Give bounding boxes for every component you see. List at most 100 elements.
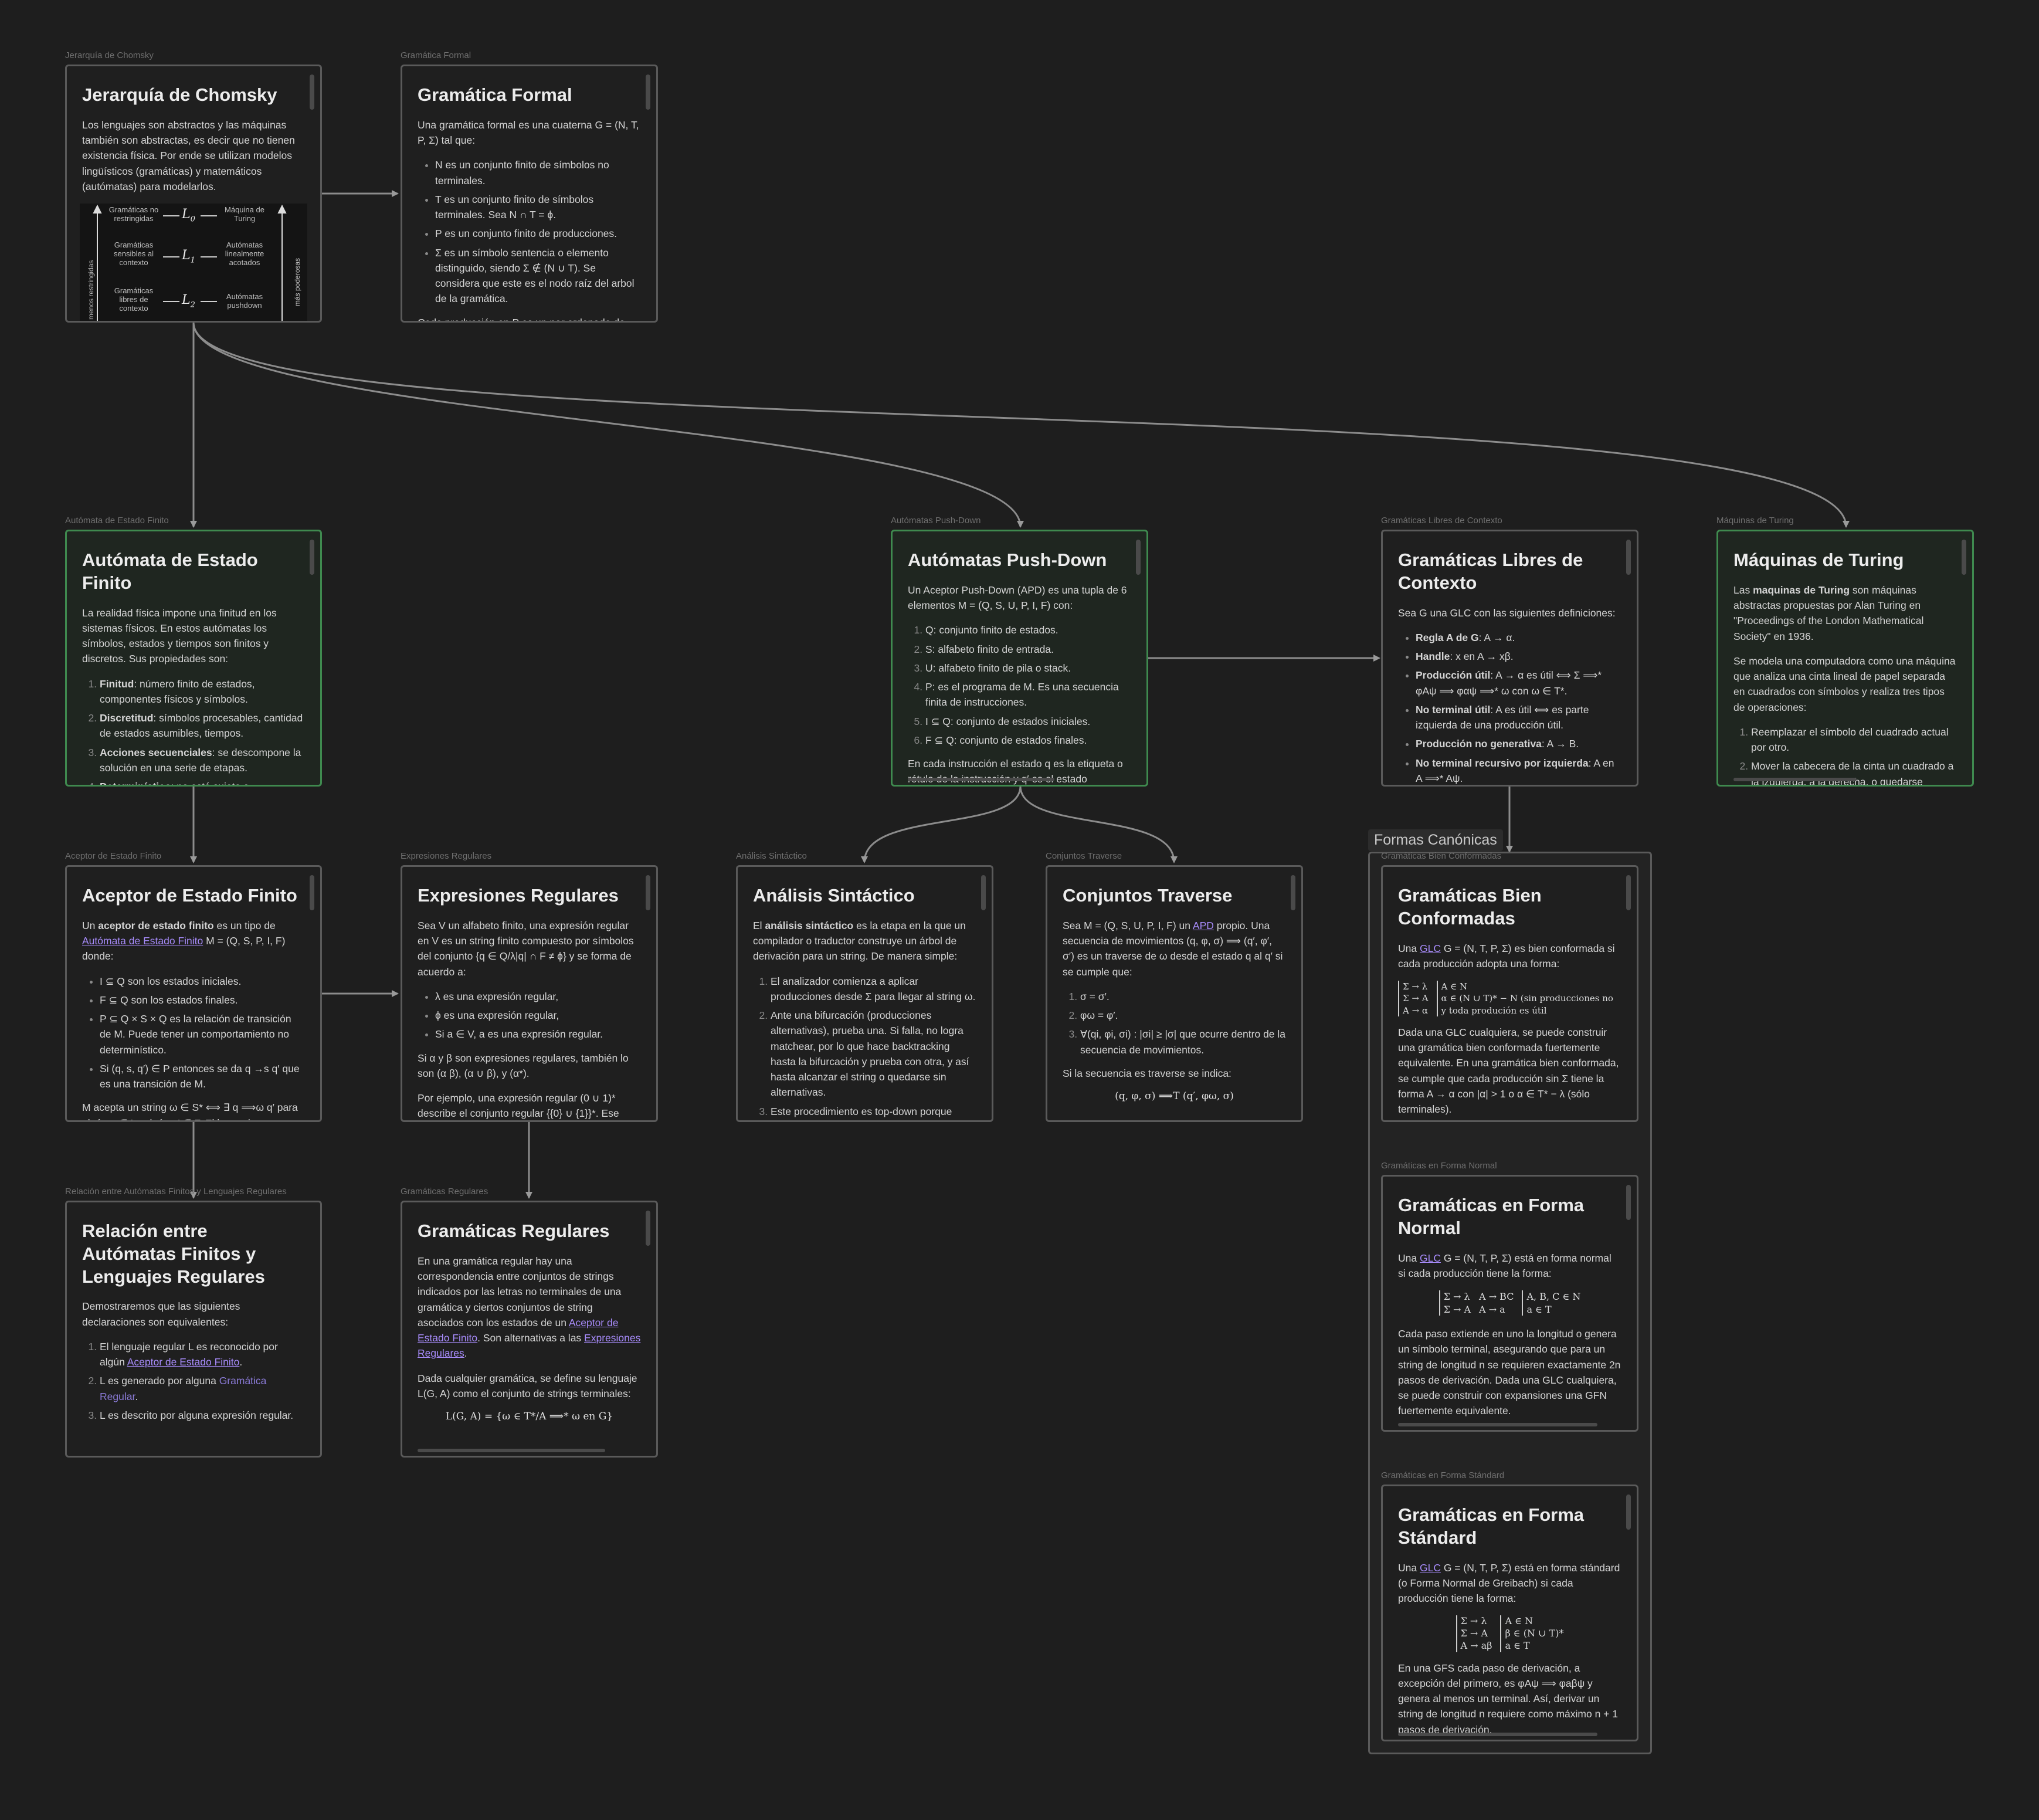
scrollbar-h[interactable] bbox=[1398, 1733, 1597, 1736]
card-apd[interactable]: Autómatas Push-Down Un Aceptor Push-Down… bbox=[891, 530, 1148, 787]
card-sintactico[interactable]: Análisis Sintáctico El análisis sintácti… bbox=[736, 865, 993, 1122]
scrollbar[interactable] bbox=[1626, 1185, 1631, 1220]
paragraph: Si la secuencia es traverse se indica: bbox=[1063, 1067, 1231, 1079]
card-title: Gramáticas Regulares bbox=[418, 1221, 610, 1241]
scrollbar[interactable] bbox=[1291, 875, 1295, 910]
scrollbar[interactable] bbox=[1626, 1494, 1631, 1530]
card-title: Máquinas de Turing bbox=[1733, 550, 1904, 570]
paragraph: En cada instrucción el estado q es la et… bbox=[908, 758, 1123, 785]
list-item: Discretitud: símbolos procesables, canti… bbox=[100, 710, 305, 741]
card-expreg[interactable]: Expresiones Regulares Sea V un alfabeto … bbox=[401, 865, 658, 1122]
scrollbar[interactable] bbox=[646, 875, 650, 910]
internal-link[interactable]: APD bbox=[1193, 920, 1214, 931]
scrollbar-h[interactable] bbox=[908, 778, 1054, 781]
list-item: F ⊆ Q: conjunto de estados finales. bbox=[925, 733, 1131, 748]
list-item: ∀(qi, φi, σi) : |σi| ≥ |σ| que ocurre de… bbox=[1080, 1026, 1286, 1058]
diagram-left-1: Gramáticas sensibles al contexto bbox=[114, 240, 154, 267]
list-item: P ⊆ Q × S × Q es la relación de transici… bbox=[100, 1011, 305, 1058]
list-item: F ⊆ Q son los estados finales. bbox=[100, 992, 305, 1008]
paragraph: M acepta un string ω ∈ S* ⟺ ∃ q ⟹ω q′ pa… bbox=[82, 1102, 298, 1120]
scrollbar[interactable] bbox=[981, 875, 986, 910]
list-item: No terminal recursivo por izquierda: A e… bbox=[1416, 755, 1621, 785]
paragraph: En una gramática regular hay una corresp… bbox=[418, 1255, 641, 1360]
list-item: σ = σ′. bbox=[1080, 989, 1286, 1004]
list: N es un conjunto finito de símbolos no t… bbox=[418, 157, 641, 306]
card-aceptor[interactable]: Aceptor de Estado Finito Un aceptor de e… bbox=[65, 865, 322, 1122]
card-forma-normal[interactable]: Gramáticas en Forma Normal Una GLC G = (… bbox=[1381, 1175, 1638, 1432]
list-item: L es generado por alguna Gramática Regul… bbox=[100, 1373, 305, 1404]
scrollbar[interactable] bbox=[310, 875, 314, 910]
paragraph: Una GLC G = (N, T, P, Σ) es bien conform… bbox=[1398, 942, 1615, 970]
node-label-traverse: Conjuntos Traverse bbox=[1046, 851, 1122, 861]
card-title: Gramáticas Libres de Contexto bbox=[1398, 550, 1583, 593]
card-turing[interactable]: Máquinas de Turing Las maquinas de Turin… bbox=[1716, 530, 1974, 787]
scrollbar[interactable] bbox=[1962, 540, 1966, 575]
scrollbar[interactable] bbox=[310, 540, 314, 575]
node-label-chomsky: Jerarquía de Chomsky bbox=[65, 50, 154, 60]
paragraph: En una GFS cada paso de derivación, a ex… bbox=[1398, 1662, 1618, 1736]
list: σ = σ′. φω = φ′. ∀(qi, φi, σi) : |σi| ≥ … bbox=[1063, 989, 1286, 1058]
internal-link[interactable]: Aceptor de Estado Finito bbox=[127, 1356, 240, 1368]
scrollbar[interactable] bbox=[1136, 540, 1141, 575]
scrollbar-h[interactable] bbox=[1733, 778, 1857, 781]
card-afd[interactable]: Autómata de Estado Finito La realidad fí… bbox=[65, 530, 322, 787]
node-label-afd: Autómata de Estado Finito bbox=[65, 516, 169, 526]
list: Q: conjunto finito de estados. S: alfabe… bbox=[908, 622, 1131, 748]
diagram-level-0: L0 bbox=[182, 207, 195, 224]
scrollbar-h[interactable] bbox=[418, 1449, 605, 1452]
node-label-sintactico: Análisis Sintáctico bbox=[736, 851, 807, 861]
card-traverse[interactable]: Conjuntos Traverse Sea M = (Q, S, U, P, … bbox=[1046, 865, 1303, 1122]
list: Finitud: número finito de estados, compo… bbox=[82, 676, 305, 785]
scrollbar[interactable] bbox=[1626, 540, 1631, 575]
internal-link[interactable]: Autómata de Estado Finito bbox=[82, 935, 203, 947]
card-title: Gramáticas en Forma Normal bbox=[1398, 1195, 1585, 1238]
node-label-glc: Gramáticas Libres de Contexto bbox=[1381, 516, 1502, 526]
scrollbar[interactable] bbox=[646, 1211, 650, 1246]
diagram-left-0: Gramáticas no restringidas bbox=[108, 205, 159, 223]
diagram-right-2: Autómatas pushdown bbox=[226, 292, 263, 310]
card-gramatica-formal[interactable]: Gramática Formal Una gramática formal es… bbox=[401, 65, 658, 323]
scrollbar[interactable] bbox=[646, 74, 650, 110]
node-label-expreg: Expresiones Regulares bbox=[401, 851, 492, 861]
paragraph: Las maquinas de Turing son máquinas abst… bbox=[1733, 584, 1924, 642]
scrollbar-h[interactable] bbox=[1398, 1423, 1597, 1426]
scrollbar[interactable] bbox=[1626, 875, 1631, 910]
list-item: N es un conjunto finito de símbolos no t… bbox=[435, 157, 641, 188]
list-item: Mover la cabecera de la cinta un cuadrad… bbox=[1751, 758, 1957, 785]
formula: Σ → λΣ → A A → BC A → a A, B, C ∈ Na ∈ T bbox=[1398, 1290, 1621, 1316]
card-chomsky[interactable]: Jerarquía de Chomsky Los lenguajes son a… bbox=[65, 65, 322, 323]
card-title: Aceptor de Estado Finito bbox=[82, 885, 297, 906]
list-item: P es un conjunto finito de producciones. bbox=[435, 226, 641, 241]
internal-link[interactable]: GLC bbox=[1420, 943, 1441, 954]
card-gramreg[interactable]: Gramáticas Regulares En una gramática re… bbox=[401, 1201, 658, 1458]
list-item: Finitud: número finito de estados, compo… bbox=[100, 676, 305, 707]
card-glc[interactable]: Gramáticas Libres de Contexto Sea G una … bbox=[1381, 530, 1638, 787]
list-item: Σ es un símbolo sentencia o elemento dis… bbox=[435, 245, 641, 307]
list-item: φω = φ′. bbox=[1080, 1008, 1286, 1023]
card-title: Expresiones Regulares bbox=[418, 885, 619, 906]
diagram-level-1: L1 bbox=[182, 248, 195, 265]
paragraph: Un Aceptor Push-Down (APD) es una tupla … bbox=[908, 584, 1127, 611]
list-item: Determinístico: no está sujeto a bbox=[100, 779, 305, 785]
card-bien-conformadas[interactable]: Gramáticas Bien Conformadas Una GLC G = … bbox=[1381, 865, 1638, 1122]
paragraph: Los lenguajes son abstractos y las máqui… bbox=[82, 118, 295, 192]
paragraph: Sea V un alfabeto finito, una expresión … bbox=[418, 919, 634, 978]
list: Regla A de G: A → α. Handle: x en A → xβ… bbox=[1398, 630, 1621, 785]
formula: Σ → λΣ → AA → α A ∈ Nα ∈ (N ∪ T)* − N (s… bbox=[1398, 981, 1621, 1016]
group-title[interactable]: Formas Canónicas bbox=[1368, 829, 1503, 851]
scrollbar[interactable] bbox=[310, 74, 314, 110]
card-title: Análisis Sintáctico bbox=[753, 885, 915, 906]
diagram-right-0: Máquina de Turing bbox=[225, 205, 264, 223]
card-forma-standard[interactable]: Gramáticas en Forma Stándard Una GLC G =… bbox=[1381, 1485, 1638, 1741]
list-item: Producción útil: A → α es útil ⟺ Σ ⟹* φA… bbox=[1416, 667, 1621, 699]
paragraph: Se modela una computadora como una máqui… bbox=[1733, 655, 1956, 713]
internal-link[interactable]: GLC bbox=[1420, 1252, 1441, 1264]
list: I ⊆ Q son los estados iniciales. F ⊆ Q s… bbox=[82, 974, 305, 1092]
list-item: I ⊆ Q: conjunto de estados iniciales. bbox=[925, 714, 1131, 729]
node-label-bien: Gramáticas Bien Conformadas bbox=[1381, 851, 1502, 861]
paragraph: Por ejemplo, una expresión regular (0 ∪ … bbox=[418, 1092, 619, 1120]
internal-link[interactable]: GLC bbox=[1420, 1562, 1441, 1574]
node-label-gramreg: Gramáticas Regulares bbox=[401, 1187, 488, 1197]
diagram-right-1: Autómatas linealmente acotados bbox=[225, 240, 264, 267]
card-relacion[interactable]: Relación entre Autómatas Finitos y Lengu… bbox=[65, 1201, 322, 1458]
